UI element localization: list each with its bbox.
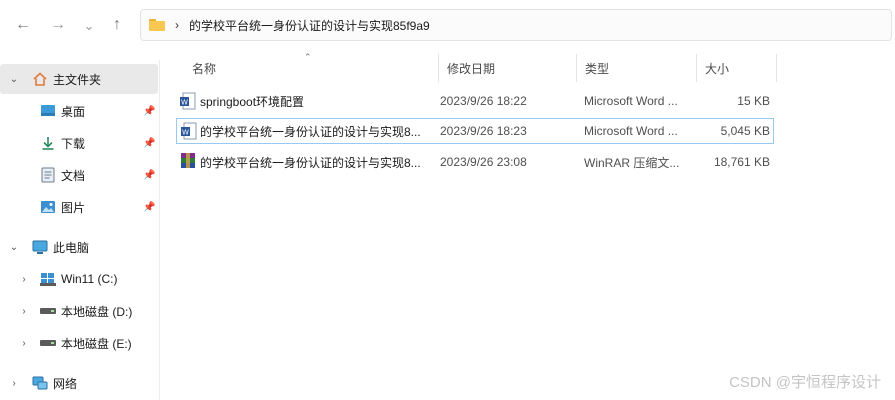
sidebar-item-label: 桌面 <box>61 104 86 119</box>
column-header-label: 修改日期 <box>447 61 496 76</box>
column-header-name[interactable]: 名称 <box>184 54 439 82</box>
chevron-right-icon[interactable]: › <box>18 274 30 285</box>
document-icon <box>40 167 56 183</box>
chevron-down-icon[interactable]: ⌄ <box>8 74 20 85</box>
sidebar-item-label: 主文件夹 <box>53 72 102 87</box>
file-row[interactable]: W springboot环境配置 2023/9/26 18:22 Microso… <box>176 88 774 114</box>
chevron-down-icon: ⌄ <box>83 17 95 33</box>
column-header-type[interactable]: 类型 <box>577 54 697 82</box>
file-size: 18,761 KB <box>713 155 770 169</box>
folder-icon <box>149 19 165 31</box>
word-doc-icon: W <box>181 122 197 140</box>
navigation-pane: ⌄ 主文件夹 桌面 📌 下载 📌 文档 📌 图片 📌 ⌄ 此电脑 › Win11… <box>0 60 160 400</box>
file-modified: 2023/9/26 18:23 <box>440 124 527 138</box>
file-type: WinRAR 压缩文... <box>584 155 680 170</box>
pin-icon[interactable]: 📌 <box>143 202 155 213</box>
column-header-modified[interactable]: 修改日期 <box>439 54 577 82</box>
sidebar-item-drive-c[interactable]: › Win11 (C:) <box>0 264 158 294</box>
chevron-down-icon[interactable]: ⌄ <box>8 242 20 253</box>
back-arrow-icon: ← <box>15 16 31 33</box>
file-name: 的学校平台统一身份认证的设计与实现8... <box>200 155 421 170</box>
column-header-label: 名称 <box>192 61 217 76</box>
sidebar-item-label: 此电脑 <box>53 240 90 255</box>
sidebar-item-drive-e[interactable]: › 本地磁盘 (E:) <box>0 328 158 358</box>
forward-arrow-icon: → <box>50 16 66 33</box>
sidebar-item-label: 网络 <box>53 376 78 391</box>
sidebar-item-documents[interactable]: 文档 📌 <box>0 160 158 190</box>
sidebar-item-this-pc[interactable]: ⌄ 此电脑 <box>0 232 158 262</box>
sidebar-item-label: Win11 (C:) <box>61 272 118 286</box>
chevron-right-icon[interactable]: › <box>8 378 20 389</box>
computer-icon <box>32 239 48 255</box>
file-modified: 2023/9/26 23:08 <box>440 155 527 169</box>
pictures-icon <box>40 199 56 215</box>
forward-button[interactable]: → <box>46 13 70 37</box>
chevron-right-icon[interactable]: › <box>18 306 30 317</box>
breadcrumb-separator: › <box>175 18 179 32</box>
download-icon <box>40 135 56 151</box>
column-header-size[interactable]: 大小 <box>697 54 777 82</box>
watermark: CSDN @宇恒程序设计 <box>729 374 881 391</box>
file-row[interactable]: 的学校平台统一身份认证的设计与实现8... 2023/9/26 23:08 Wi… <box>176 149 774 175</box>
svg-text:W: W <box>181 98 188 106</box>
winrar-archive-icon <box>180 152 196 170</box>
file-size: 5,045 KB <box>720 124 770 138</box>
navigation-bar: ← → ⌄ ↑ › 的学校平台统一身份认证的设计与实现85f9a9 <box>0 0 895 50</box>
sidebar-item-pictures[interactable]: 图片 📌 <box>0 192 158 222</box>
file-size: 15 KB <box>737 94 770 108</box>
svg-text:W: W <box>182 128 189 136</box>
sidebar-item-network[interactable]: › 网络 <box>0 368 158 398</box>
column-header-label: 大小 <box>705 61 730 76</box>
desktop-icon <box>40 103 56 119</box>
windows-drive-icon <box>40 271 56 287</box>
sidebar-item-desktop[interactable]: 桌面 📌 <box>0 96 158 126</box>
column-header-row: ⌃ 名称 修改日期 类型 大小 <box>160 52 895 82</box>
pin-icon[interactable]: 📌 <box>143 170 155 181</box>
sidebar-item-label: 下载 <box>61 136 86 151</box>
column-header-label: 类型 <box>585 61 610 76</box>
chevron-right-icon[interactable]: › <box>18 338 30 349</box>
network-icon <box>32 375 48 391</box>
home-icon <box>32 71 48 87</box>
pin-icon[interactable]: 📌 <box>143 138 155 149</box>
drive-icon <box>40 335 56 351</box>
sidebar-item-label: 本地磁盘 (E:) <box>61 336 132 351</box>
file-name: 的学校平台统一身份认证的设计与实现8... <box>200 124 421 139</box>
up-arrow-icon: ↑ <box>113 16 121 33</box>
sidebar-item-label: 图片 <box>61 200 86 215</box>
sidebar-item-label: 文档 <box>61 168 86 183</box>
file-name: springboot环境配置 <box>200 94 305 109</box>
recent-locations-button[interactable]: ⌄ <box>77 13 101 37</box>
sidebar-item-label: 本地磁盘 (D:) <box>61 304 133 319</box>
up-button[interactable]: ↑ <box>105 13 129 37</box>
drive-icon <box>40 303 56 319</box>
address-bar[interactable]: › 的学校平台统一身份认证的设计与实现85f9a9 <box>140 9 892 41</box>
word-doc-icon: W <box>180 92 196 110</box>
back-button[interactable]: ← <box>11 13 35 37</box>
file-type: Microsoft Word ... <box>584 124 678 138</box>
file-modified: 2023/9/26 18:22 <box>440 94 527 108</box>
sidebar-item-drive-d[interactable]: › 本地磁盘 (D:) <box>0 296 158 326</box>
breadcrumb-current-folder[interactable]: 的学校平台统一身份认证的设计与实现85f9a9 <box>189 17 430 34</box>
file-row[interactable]: W 的学校平台统一身份认证的设计与实现8... 2023/9/26 18:23 … <box>176 118 774 144</box>
file-type: Microsoft Word ... <box>584 94 678 108</box>
sidebar-item-downloads[interactable]: 下载 📌 <box>0 128 158 158</box>
pin-icon[interactable]: 📌 <box>143 106 155 117</box>
sidebar-item-home[interactable]: ⌄ 主文件夹 <box>0 64 158 94</box>
